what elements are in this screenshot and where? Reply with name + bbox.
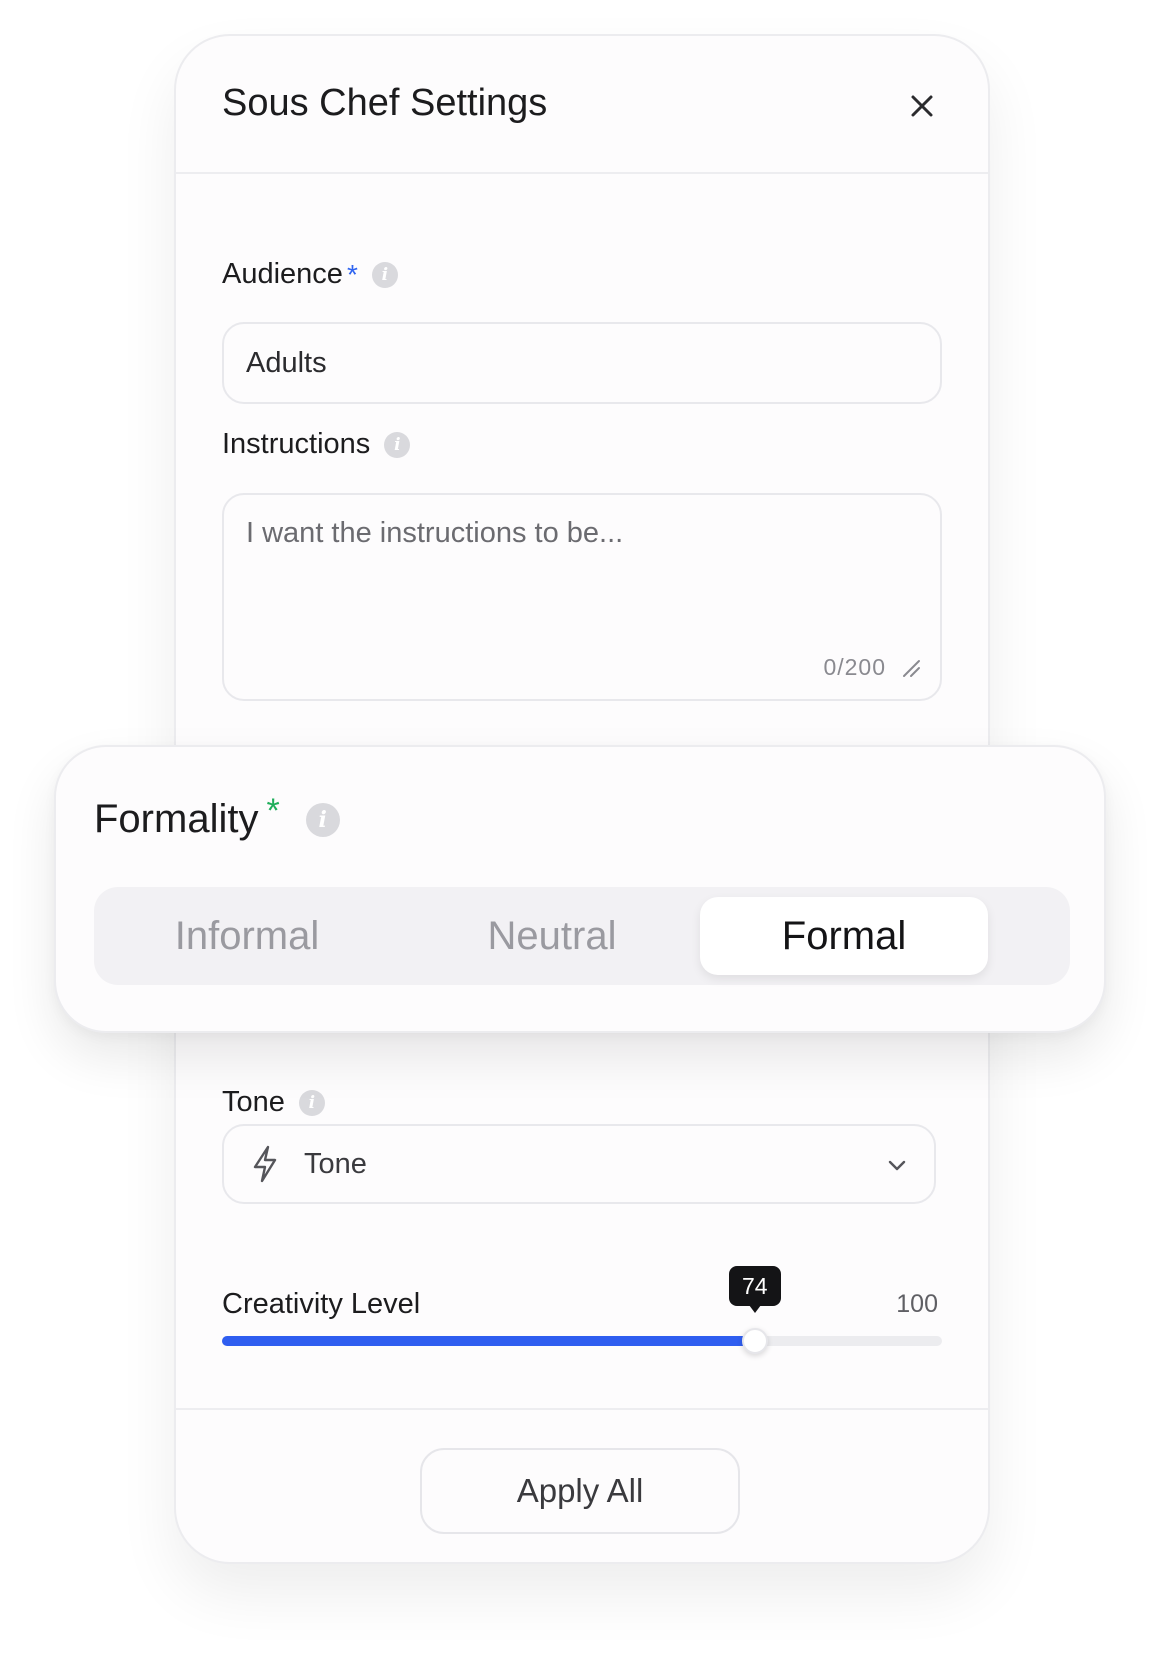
slider-thumb[interactable] [741,1328,768,1354]
info-icon[interactable]: i [305,802,340,837]
tone-select[interactable]: Tone [222,1124,936,1204]
resize-handle-icon[interactable] [900,657,922,679]
close-icon[interactable] [902,86,942,126]
required-marker: * [346,258,358,290]
info-icon[interactable]: i [384,431,411,458]
formality-option-informal[interactable]: Informal [94,887,400,985]
tone-label: Tone [222,1086,285,1118]
formality-label: Formality [94,797,259,841]
bolt-icon [253,1145,277,1183]
formality-label-row: Formality * i [94,792,340,842]
instructions-label: Instructions [222,428,371,460]
instructions-placeholder: I want the instructions to be... [246,517,624,549]
audience-input[interactable]: Adults [222,322,942,404]
tone-select-value: Tone [304,1148,367,1180]
footer-divider [176,1408,988,1410]
formality-panel: Formality * i Informal Neutral Formal [54,745,1106,1033]
creativity-slider[interactable]: 74 [222,1266,942,1354]
tone-label-row: Tone i [222,1086,325,1119]
creativity-label: Creativity Level [222,1288,421,1320]
formality-option-neutral[interactable]: Neutral [400,887,704,985]
slider-value-tooltip: 74 [728,1266,781,1313]
chevron-down-icon [888,1160,906,1171]
instructions-textarea[interactable]: I want the instructions to be... 0/200 [222,493,942,701]
dialog-header: Sous Chef Settings [176,36,988,174]
apply-all-button[interactable]: Apply All [420,1448,740,1534]
slider-fill [222,1336,755,1346]
info-icon[interactable]: i [298,1089,325,1116]
instructions-label-row: Instructions i [222,428,411,461]
required-marker: * [266,792,280,830]
slider-max-label: 100 [896,1290,938,1318]
info-icon[interactable]: i [371,261,398,288]
character-counter: 0/200 [823,654,886,680]
formality-option-formal[interactable]: Formal [700,897,988,975]
dialog-title: Sous Chef Settings [222,82,548,124]
formality-segmented-control: Informal Neutral Formal [94,887,1070,985]
audience-label: Audience [222,258,343,290]
audience-label-row: Audience * i [222,258,398,291]
